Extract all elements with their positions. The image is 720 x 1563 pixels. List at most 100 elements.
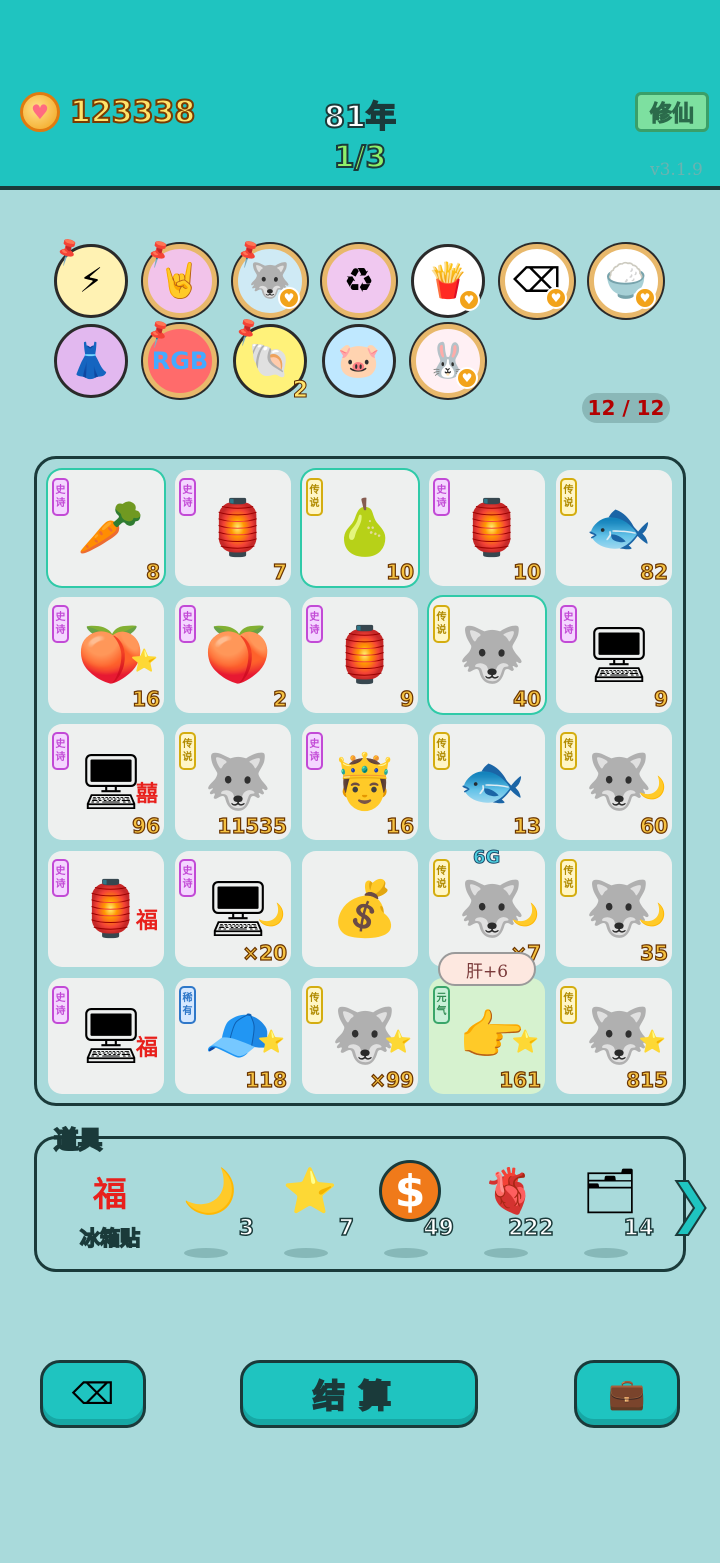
lightning-buff[interactable]: ⚡ 📌 <box>51 234 128 318</box>
coin-pile-icon: 💰 <box>331 877 399 940</box>
shadow <box>184 1248 228 1258</box>
rice-bowl-buff[interactable]: 🍚 ♥ <box>589 244 663 318</box>
board-cell[interactable]: 传说 🐺 🌙 35 <box>556 851 672 967</box>
item-count: 118 <box>245 1067 288 1092</box>
board-cell[interactable]: 传说 🍐 10 <box>302 470 418 586</box>
heart-coin-icon: ♥ <box>278 287 300 309</box>
recycle-icon: ♻ <box>343 261 375 301</box>
modifier-icon: 福 <box>135 909 158 934</box>
pin-icon: 📌 <box>141 316 176 350</box>
prop-count: 222 <box>507 1215 554 1242</box>
modifier-icon: 🌙 <box>511 903 539 928</box>
item-count: 60 <box>640 813 669 838</box>
modifier-icon: 福 <box>135 1036 158 1061</box>
modifier-icon: ⭐ <box>257 1030 285 1055</box>
board-cell[interactable]: 稀有 🧢 ⭐ 118 <box>175 978 291 1094</box>
rarity-tag: 传说 <box>433 732 450 770</box>
board-cell[interactable]: 传说 🐺 🌙 60 <box>556 724 672 840</box>
board-cell[interactable]: 史诗 🏮 9 <box>302 597 418 713</box>
board-cell[interactable]: 元气 👉 ⭐ 161 <box>429 978 545 1094</box>
heart-coin-icon: ♥ <box>545 287 567 309</box>
prop-item[interactable]: 🌙 3 <box>170 1160 255 1258</box>
modifier-icon: ⭐ <box>384 1030 412 1055</box>
bunny-house-icon: 🏮 <box>331 623 399 686</box>
buff-count: 2 <box>292 378 308 404</box>
chevron-right-icon[interactable]: ❯ <box>667 1171 714 1236</box>
prop-count: 14 <box>623 1215 655 1242</box>
settle-button[interactable]: 结算 <box>240 1360 478 1428</box>
shell-buff[interactable]: 🐚 📌 2 <box>230 314 309 403</box>
board-cell[interactable]: 史诗 🥕 8 <box>48 470 164 586</box>
item-count: 11535 <box>217 813 288 838</box>
board-cell[interactable]: 传说 🐺 11535 <box>175 724 291 840</box>
board-cell[interactable]: 传说 🐟 82 <box>556 470 672 586</box>
piggy-bank-buff[interactable]: 🐷 <box>322 324 396 398</box>
rgb-buff[interactable]: RGB 📌 <box>142 316 217 398</box>
top-bar: ♥ 123338 81年 1/3 修仙 v3.1.9 <box>0 0 720 190</box>
modifier-icon: ⭐ <box>638 1030 666 1055</box>
round-progress: 1/3 <box>333 139 388 176</box>
rgb-icon: RGB <box>151 347 209 375</box>
board-cell[interactable]: 史诗 🏮 10 <box>429 470 545 586</box>
rarity-tag: 史诗 <box>52 732 69 770</box>
rock-hand-buff[interactable]: 🤘 📌 <box>142 236 217 318</box>
prop-label: 冰箱贴 <box>79 1225 141 1251</box>
shadow <box>484 1248 528 1258</box>
modifier-icon: 🌙 <box>257 903 285 928</box>
rarity-tag: 传说 <box>560 859 577 897</box>
pc-case-icon: 🖥 <box>584 623 654 686</box>
board-cell[interactable]: 💰 <box>302 851 418 967</box>
board-cell[interactable]: 传说🐺🌙6G×7 <box>429 847 545 967</box>
briefcase-button[interactable]: 💼 <box>574 1360 680 1428</box>
props-title: 道具 <box>53 1125 103 1155</box>
board-cell[interactable]: 传说 🐺 ⭐ 815 <box>556 978 672 1094</box>
prop-item[interactable]: $49 <box>370 1160 455 1258</box>
item-count: 2 <box>272 686 287 711</box>
peach-icon: 🍑 <box>204 623 272 686</box>
prop-item[interactable]: ⭐ 7 <box>270 1160 355 1258</box>
rarity-tag: 传说 <box>560 986 577 1024</box>
storage-badge: 6G <box>472 847 501 869</box>
board-cell[interactable]: 史诗 🖥 福 <box>48 978 164 1094</box>
rarity-tag: 传说 <box>306 478 323 516</box>
heart-coin-icon: ♥ <box>634 287 656 309</box>
board-cell[interactable]: 史诗 🏮 福 <box>48 851 164 967</box>
board-cell[interactable]: 史诗 🍑 ⭐ 16 <box>48 597 164 713</box>
board-cell[interactable]: 传说 🐺 ⭐ ×99 <box>302 978 418 1094</box>
item-count: 7 <box>272 559 287 584</box>
skirt-buff[interactable]: 👗 <box>54 324 128 398</box>
king-husky-icon: 🐺 <box>458 623 526 686</box>
board-cell[interactable]: 传说 🐺 40 <box>429 597 545 713</box>
board-cell[interactable]: 史诗 🤴 16 <box>302 724 418 840</box>
modifier-icon: 🌙 <box>638 776 666 801</box>
recycle-buff[interactable]: ♻ <box>322 244 396 318</box>
item-count: 35 <box>640 940 669 965</box>
xiuxian-button[interactable]: 修仙 <box>635 92 709 132</box>
fries-buff[interactable]: 🍟 ♥ <box>411 244 485 318</box>
board-cell[interactable]: 史诗 🏮 7 <box>175 470 291 586</box>
board-cell[interactable]: 传说 🐟 13 <box>429 724 545 840</box>
piggy-bank-icon: 🐷 <box>337 341 381 381</box>
gain-bubble: 肝+6 <box>438 952 536 986</box>
board-cell[interactable]: 史诗 🍑 2 <box>175 597 291 713</box>
husky-buff[interactable]: 🐺 📌 ♥ <box>232 236 307 318</box>
bunny-buff[interactable]: 🐰 ♥ <box>411 324 485 398</box>
modifier-icon: ⭐ <box>511 1030 539 1055</box>
delete-tag-buff[interactable]: ⌫ ♥ <box>500 244 574 318</box>
rarity-tag: 史诗 <box>433 478 450 516</box>
rarity-tag: 传说 <box>306 986 323 1024</box>
prop-item[interactable]: 福冰箱贴 <box>70 1160 150 1251</box>
board-cell[interactable]: 史诗 🖥 囍 96 <box>48 724 164 840</box>
lightning-icon: ⚡ <box>79 261 103 301</box>
prop-item[interactable]: 🫀 222 <box>470 1160 555 1258</box>
item-count: 40 <box>513 686 542 711</box>
board-cell[interactable]: 史诗 🖥 🌙 ×20 <box>175 851 291 967</box>
item-count: 16 <box>132 686 161 711</box>
remove-button[interactable]: ⌫ <box>40 1360 146 1428</box>
rarity-tag: 史诗 <box>52 986 69 1024</box>
item-count: 8 <box>145 559 160 584</box>
rarity-tag: 传说 <box>433 605 450 643</box>
board-cell[interactable]: 史诗 🖥 9 <box>556 597 672 713</box>
prop-item[interactable]: 🗂 14 <box>570 1160 655 1258</box>
skirt-icon: 👗 <box>69 341 113 381</box>
